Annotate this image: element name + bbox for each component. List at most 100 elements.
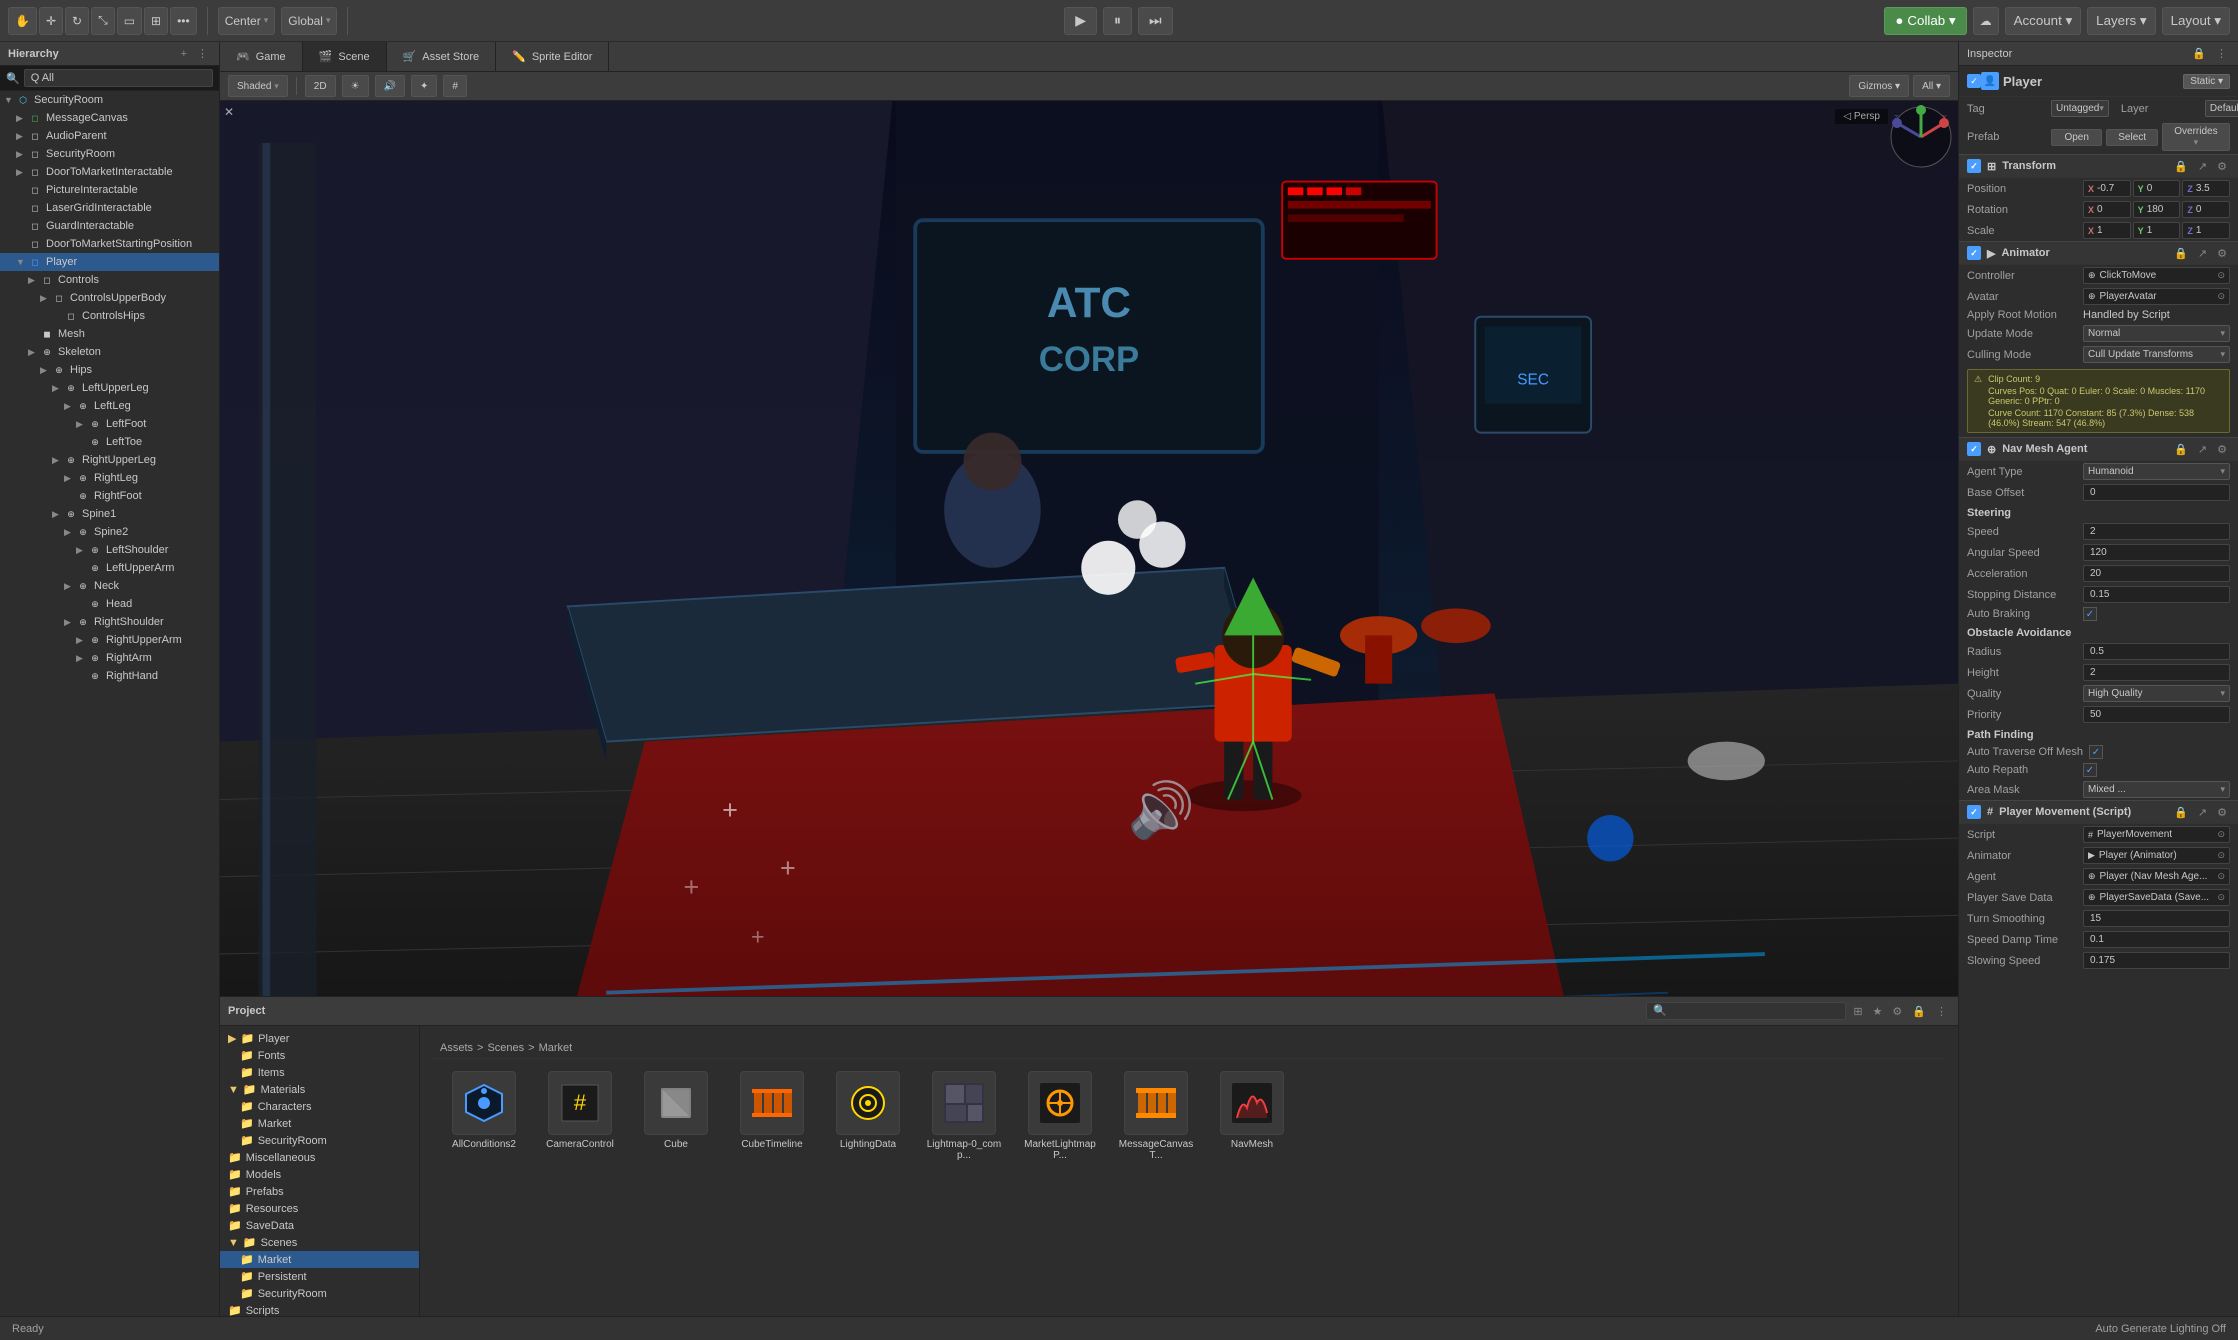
- all-layers-btn[interactable]: All ▾: [1913, 75, 1950, 97]
- list-item[interactable]: ▶ ⊕ LeftLeg: [0, 397, 219, 415]
- player-save-ref[interactable]: ⊕ PlayerSaveData (Save... ⊙: [2083, 889, 2230, 906]
- tree-item[interactable]: ▼ 📁 Materials: [220, 1081, 419, 1098]
- grid-btn[interactable]: #: [443, 75, 467, 97]
- tree-item[interactable]: ▼ 📁 Scenes: [220, 1234, 419, 1251]
- pm-agent-ref[interactable]: ⊕ Player (Nav Mesh Age... ⊙: [2083, 868, 2230, 885]
- list-item[interactable]: ▶ ⊕ RightUpperLeg: [0, 451, 219, 469]
- tree-item[interactable]: 📁 Resources: [220, 1200, 419, 1217]
- navmesh-lock-btn[interactable]: 🔒: [2171, 443, 2191, 456]
- animator-settings-btn[interactable]: ⚙: [2214, 247, 2230, 260]
- hand-tool[interactable]: ✋: [8, 7, 37, 35]
- rot-y-field[interactable]: Y 180: [2133, 201, 2181, 218]
- asset-item[interactable]: MarketLightmapP...: [1020, 1071, 1100, 1161]
- animator-lock-btn[interactable]: 🔒: [2171, 247, 2191, 260]
- list-item[interactable]: ▶ ⊕ RightArm: [0, 649, 219, 667]
- asset-item[interactable]: LightingData: [828, 1071, 908, 1161]
- controller-ref[interactable]: ⊕ ClickToMove ⊙: [2083, 267, 2230, 284]
- pm-open-btn[interactable]: ↗: [2195, 806, 2210, 819]
- viewport-close-x[interactable]: ✕: [224, 105, 234, 119]
- inspector-lock-btn[interactable]: 🔒: [2189, 47, 2209, 60]
- base-offset-input[interactable]: 0: [2083, 484, 2230, 501]
- tree-item[interactable]: 📁 Miscellaneous: [220, 1149, 419, 1166]
- tree-item[interactable]: 📁 Models: [220, 1166, 419, 1183]
- inspector-menu-btn[interactable]: ⋮: [2213, 47, 2230, 60]
- player-movement-component-header[interactable]: ✓ # Player Movement (Script) 🔒 ↗ ⚙: [1959, 800, 2238, 824]
- account-button[interactable]: Account ▾: [2005, 7, 2082, 35]
- scale-tool[interactable]: ⤡: [91, 7, 115, 35]
- area-mask-dropdown[interactable]: Mixed ... ▾: [2083, 781, 2230, 798]
- asset-item[interactable]: AllConditions2: [444, 1071, 524, 1161]
- speed-damp-input[interactable]: 0.1: [2083, 931, 2230, 948]
- transform-tool[interactable]: ⊞: [144, 7, 168, 35]
- transform-lock-btn[interactable]: 🔒: [2171, 160, 2191, 173]
- list-item[interactable]: ◻ LaserGridInteractable: [0, 199, 219, 217]
- tab-scene[interactable]: 🎬 Scene: [303, 42, 387, 71]
- project-lock-btn[interactable]: 🔒: [1909, 1005, 1929, 1018]
- asset-item[interactable]: Cube: [636, 1071, 716, 1161]
- navmesh-component-header[interactable]: ✓ ⊕ Nav Mesh Agent 🔒 ↗ ⚙: [1959, 437, 2238, 461]
- list-item[interactable]: ▶ ◻ Controls: [0, 271, 219, 289]
- layer-dropdown[interactable]: Default ▾: [2205, 100, 2238, 117]
- list-item[interactable]: ▼ ◻ Player: [0, 253, 219, 271]
- navmesh-open-btn[interactable]: ↗: [2195, 443, 2210, 456]
- pm-animator-ref[interactable]: ▶ Player (Animator) ⊙: [2083, 847, 2230, 864]
- slowing-speed-input[interactable]: 0.175: [2083, 952, 2230, 969]
- rotate-tool[interactable]: ↻: [65, 7, 89, 35]
- list-item[interactable]: ▶ ⊕ RightLeg: [0, 469, 219, 487]
- project-search-input[interactable]: [1646, 1002, 1846, 1020]
- asset-item[interactable]: NavMesh: [1212, 1071, 1292, 1161]
- pos-x-field[interactable]: X -0.7: [2083, 180, 2131, 197]
- list-item[interactable]: ▶ ◻ AudioParent: [0, 127, 219, 145]
- tree-item[interactable]: 📁 SaveData: [220, 1217, 419, 1234]
- transform-checkbox[interactable]: ✓: [1967, 159, 1981, 173]
- list-item[interactable]: ⊕ RightFoot: [0, 487, 219, 505]
- list-item[interactable]: ▶ ◻ SecurityRoom: [0, 145, 219, 163]
- list-item[interactable]: ▶ ◻ ControlsUpperBody: [0, 289, 219, 307]
- culling-mode-dropdown[interactable]: Cull Update Transforms ▾: [2083, 346, 2230, 363]
- list-item[interactable]: ▶ ⊕ LeftUpperLeg: [0, 379, 219, 397]
- list-item[interactable]: ▼ ⬡ SecurityRoom: [0, 91, 219, 109]
- tab-game[interactable]: 🎮 Game: [220, 42, 303, 71]
- audio-btn[interactable]: 🔊: [375, 75, 405, 97]
- list-item[interactable]: ▶ ⊕ LeftFoot: [0, 415, 219, 433]
- navmesh-checkbox[interactable]: ✓: [1967, 442, 1981, 456]
- prefab-overrides-btn[interactable]: Overrides ▾: [2162, 123, 2230, 151]
- step-button[interactable]: ⏭: [1138, 7, 1173, 35]
- auto-traverse-checkbox[interactable]: ✓: [2089, 745, 2103, 759]
- project-settings-btn[interactable]: ⚙: [1889, 1005, 1905, 1018]
- asset-item[interactable]: # CameraControl: [540, 1071, 620, 1161]
- pm-lock-btn[interactable]: 🔒: [2171, 806, 2191, 819]
- list-item[interactable]: ⊕ LeftToe: [0, 433, 219, 451]
- tree-item[interactable]: 📁 Scripts: [220, 1302, 419, 1316]
- move-tool[interactable]: ✛: [39, 7, 63, 35]
- hierarchy-search-input[interactable]: [24, 69, 213, 87]
- priority-input[interactable]: 50: [2083, 706, 2230, 723]
- tree-item[interactable]: ▶ 📁 Player: [220, 1030, 419, 1047]
- play-button[interactable]: ▶: [1064, 7, 1097, 35]
- asset-item[interactable]: Lightmap-0_comp...: [924, 1071, 1004, 1161]
- pos-z-field[interactable]: Z 3.5: [2182, 180, 2230, 197]
- transform-settings-btn[interactable]: ⚙: [2214, 160, 2230, 173]
- layout-button[interactable]: Layout ▾: [2162, 7, 2230, 35]
- tree-item[interactable]: 📁 Market: [220, 1251, 419, 1268]
- asset-item[interactable]: CubeTimeline: [732, 1071, 812, 1161]
- cloud-button[interactable]: ☁: [1973, 7, 1999, 35]
- auto-repath-checkbox[interactable]: ✓: [2083, 763, 2097, 777]
- projection-btn[interactable]: 2D: [305, 75, 336, 97]
- scene-viewport[interactable]: ATC CORP: [220, 101, 1958, 996]
- animator-open-btn[interactable]: ↗: [2195, 247, 2210, 260]
- tree-item[interactable]: 📁 Fonts: [220, 1047, 419, 1064]
- project-star-btn[interactable]: ★: [1870, 1005, 1886, 1018]
- tree-item[interactable]: 📁 Prefabs: [220, 1183, 419, 1200]
- acceleration-input[interactable]: 20: [2083, 565, 2230, 582]
- update-mode-dropdown[interactable]: Normal ▾: [2083, 325, 2230, 342]
- prefab-open-btn[interactable]: Open: [2051, 129, 2102, 146]
- tab-asset-store[interactable]: 🛒 Asset Store: [387, 42, 497, 71]
- project-menu-btn[interactable]: ⋮: [1933, 1005, 1950, 1018]
- height-input[interactable]: 2: [2083, 664, 2230, 681]
- list-item[interactable]: ▶ ⊕ Spine1: [0, 505, 219, 523]
- static-badge[interactable]: Static ▾: [2183, 74, 2230, 89]
- quality-dropdown[interactable]: High Quality ▾: [2083, 685, 2230, 702]
- avatar-ref[interactable]: ⊕ PlayerAvatar ⊙: [2083, 288, 2230, 305]
- rot-z-field[interactable]: Z 0: [2182, 201, 2230, 218]
